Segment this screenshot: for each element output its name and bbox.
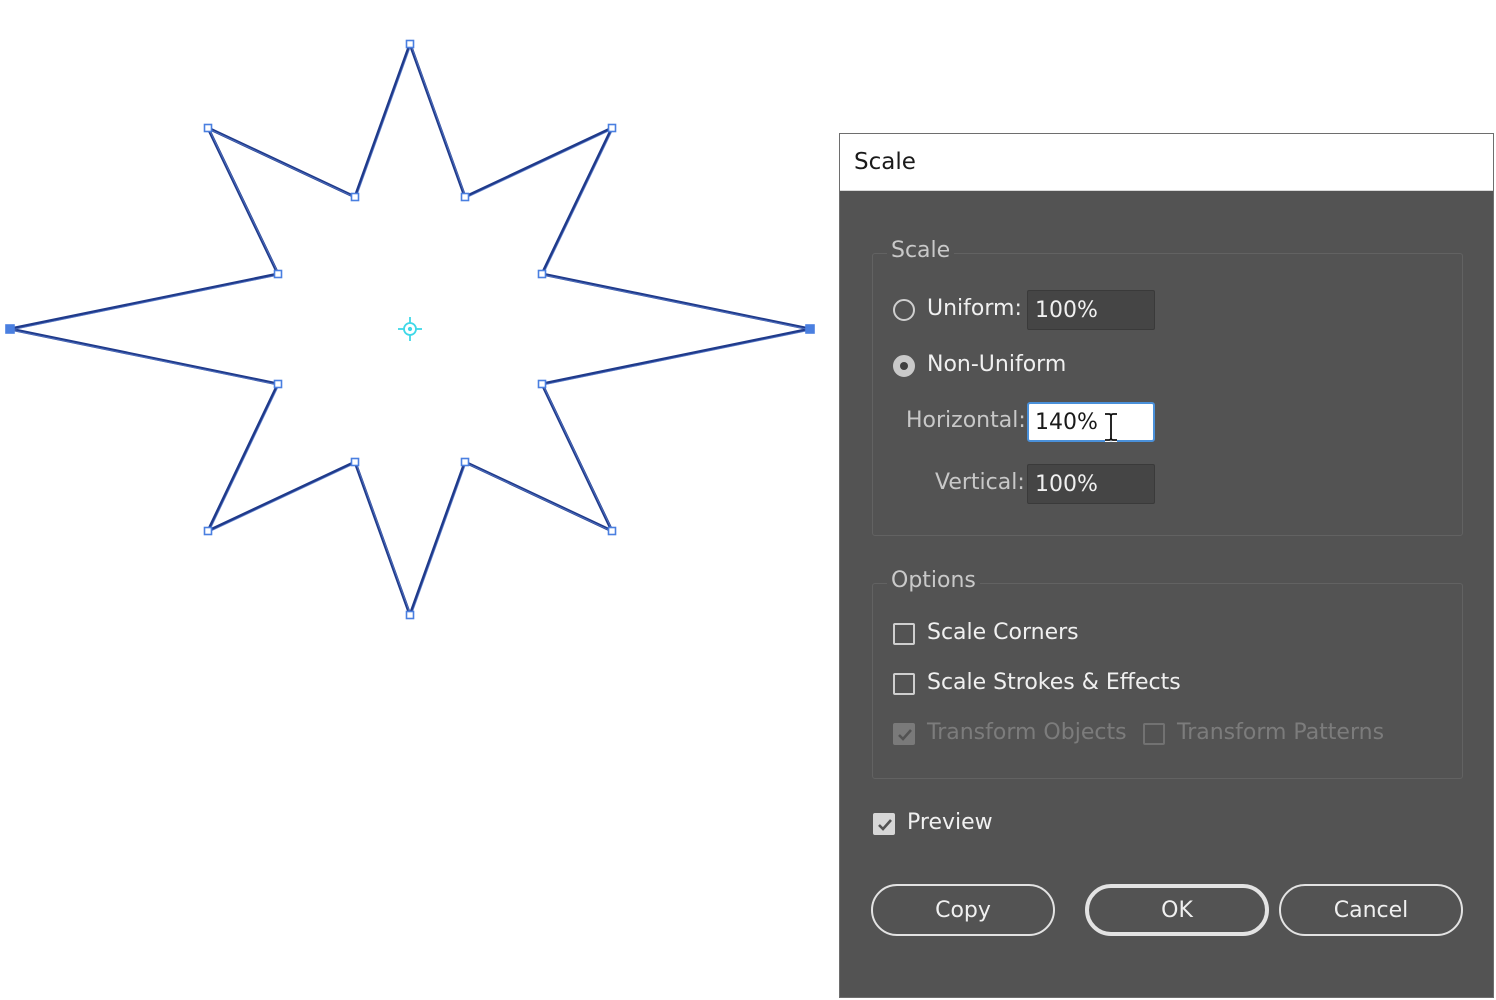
transform-objects-checkbox <box>893 723 915 745</box>
text-cursor-icon <box>1105 412 1117 442</box>
anchor-point[interactable] <box>460 192 470 202</box>
anchor-point[interactable] <box>5 324 15 334</box>
anchor-point[interactable] <box>405 610 415 620</box>
scale-corners-label[interactable]: Scale Corners <box>927 620 1079 645</box>
cancel-button[interactable]: Cancel <box>1279 884 1463 936</box>
anchor-point[interactable] <box>607 123 617 133</box>
anchor-point[interactable] <box>607 526 617 536</box>
checkmark-icon <box>878 819 892 831</box>
scale-dialog: Scale Scale Uniform: Non-Uniform Horizon… <box>839 133 1494 998</box>
anchor-point[interactable] <box>350 192 360 202</box>
anchor-point[interactable] <box>405 39 415 49</box>
uniform-label[interactable]: Uniform: <box>927 296 1022 321</box>
anchor-point[interactable] <box>203 123 213 133</box>
transform-patterns-checkbox <box>1143 723 1165 745</box>
uniform-radio[interactable] <box>893 299 915 321</box>
center-point-icon <box>398 317 422 341</box>
anchor-point[interactable] <box>460 457 470 467</box>
copy-button[interactable]: Copy <box>871 884 1055 936</box>
dialog-title: Scale <box>854 149 916 175</box>
vertical-input[interactable] <box>1027 464 1155 504</box>
preview-label[interactable]: Preview <box>907 810 993 835</box>
transform-objects-label: Transform Objects <box>927 720 1127 745</box>
scale-strokes-label[interactable]: Scale Strokes & Effects <box>927 670 1181 695</box>
scale-group-legend: Scale <box>887 238 955 263</box>
scale-strokes-checkbox[interactable] <box>893 673 915 695</box>
anchor-point[interactable] <box>537 379 547 389</box>
preview-checkbox[interactable] <box>873 813 895 835</box>
anchor-point[interactable] <box>273 269 283 279</box>
non-uniform-label[interactable]: Non-Uniform <box>927 352 1066 377</box>
anchor-point[interactable] <box>273 379 283 389</box>
anchor-point[interactable] <box>350 457 360 467</box>
horizontal-input[interactable] <box>1027 402 1155 442</box>
horizontal-label: Horizontal: <box>906 408 1026 433</box>
non-uniform-radio[interactable] <box>893 355 915 377</box>
anchor-point[interactable] <box>203 526 213 536</box>
scale-corners-checkbox[interactable] <box>893 623 915 645</box>
dialog-titlebar[interactable]: Scale <box>840 134 1493 191</box>
anchor-point[interactable] <box>537 269 547 279</box>
ok-button[interactable]: OK <box>1085 884 1269 936</box>
checkmark-icon <box>898 729 912 741</box>
anchor-point[interactable] <box>805 324 815 334</box>
uniform-input[interactable] <box>1027 290 1155 330</box>
vertical-label: Vertical: <box>935 470 1025 495</box>
transform-patterns-label: Transform Patterns <box>1177 720 1385 745</box>
options-group-legend: Options <box>887 568 980 593</box>
